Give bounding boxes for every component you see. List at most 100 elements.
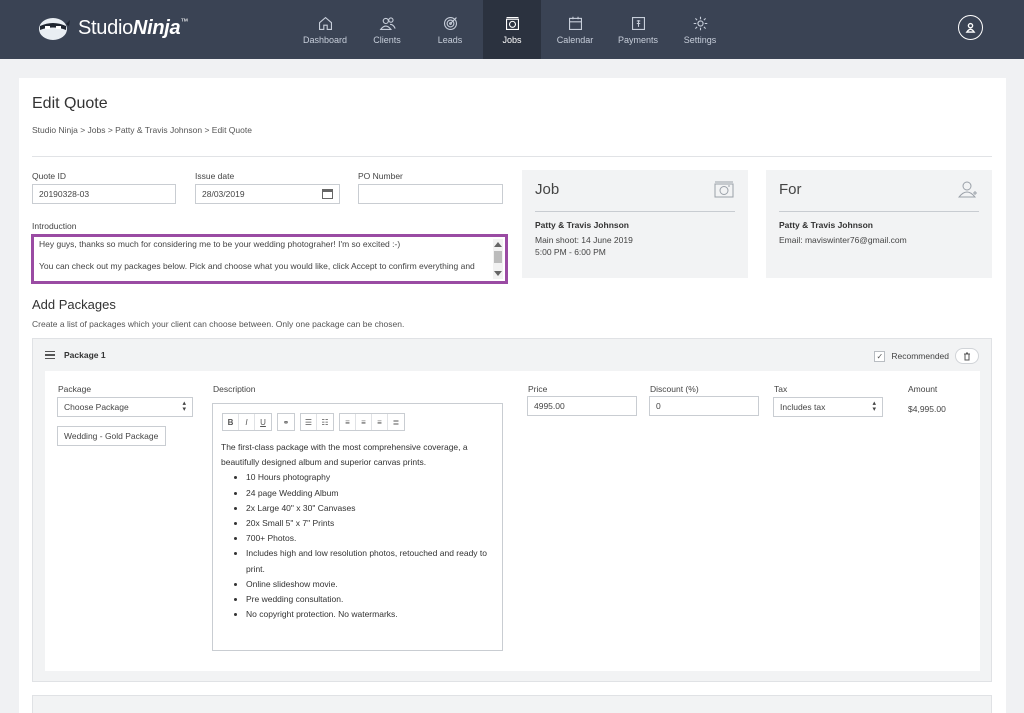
target-icon — [443, 16, 457, 30]
list-item: 24 page Wedding Album — [246, 486, 501, 501]
page-title: Edit Quote — [32, 95, 108, 112]
add-packages-subtitle: Create a list of packages which your cli… — [32, 319, 405, 329]
studio-ninja-logo[interactable]: StudioNinja™ — [36, 12, 188, 44]
list-item: Pre wedding consultation. — [246, 592, 501, 607]
job-time: 5:00 PM - 6:00 PM — [535, 247, 606, 257]
scroll-up-arrow-icon[interactable] — [494, 242, 502, 247]
align-group: ≡ ≡ ≡ ≣ — [339, 413, 405, 431]
intro-line-3: You can check out my packages below. Pic… — [39, 261, 475, 271]
bullet-list-icon[interactable]: ☰ — [301, 414, 317, 430]
underline-button[interactable]: U — [255, 414, 271, 430]
nav-payments-label: Payments — [617, 34, 659, 45]
po-number-input[interactable] — [358, 184, 503, 204]
bold-button[interactable]: B — [223, 414, 239, 430]
for-panel-divider — [779, 211, 979, 212]
job-main-shoot: Main shoot: 14 June 2019 — [535, 235, 633, 245]
scroll-down-arrow-icon[interactable] — [494, 271, 502, 276]
camera-icon — [505, 16, 519, 30]
list-item: Includes high and low resolution photos,… — [246, 546, 501, 576]
scroll-thumb[interactable] — [494, 251, 502, 263]
client-icon — [957, 180, 978, 198]
nav-calendar[interactable]: Calendar — [546, 0, 604, 59]
format-group: B I U — [222, 413, 272, 431]
nav-settings[interactable]: Settings — [672, 0, 728, 59]
nav-leads-label: Leads — [437, 34, 463, 45]
delete-package-button[interactable] — [955, 348, 979, 364]
introduction-textarea[interactable]: Hey guys, thanks so much for considering… — [31, 234, 508, 284]
choose-package-value: Choose Package — [64, 402, 129, 412]
description-content[interactable]: The first-class package with the most co… — [221, 440, 501, 622]
recommended-label: Recommended — [891, 351, 949, 361]
editor-toolbar: B I U ⚭ ☰ ☷ ≡ ≡ ≡ ≣ — [222, 413, 410, 431]
italic-button[interactable]: I — [239, 414, 255, 430]
recommended-control: ✓ Recommended — [874, 348, 979, 364]
ninja-logo-icon — [36, 14, 70, 42]
description-label: Description — [213, 384, 256, 394]
issue-date-label: Issue date — [195, 171, 235, 181]
align-justify-icon[interactable]: ≣ — [388, 414, 404, 430]
introduction-label: Introduction — [32, 221, 77, 231]
numbered-list-icon[interactable]: ☷ — [317, 414, 333, 430]
list-item: No copyright protection. No watermarks. — [246, 607, 501, 622]
nav-clients[interactable]: Clients — [359, 0, 415, 59]
job-panel-divider — [535, 211, 735, 212]
tax-select[interactable]: Includes tax ▴ ▾ — [773, 397, 883, 417]
gear-icon — [693, 16, 707, 30]
list-item: 2x Large 40" x 30" Canvases — [246, 501, 501, 516]
for-client-name: Patty & Travis Johnson — [779, 220, 873, 230]
align-left-icon[interactable]: ≡ — [340, 414, 356, 430]
header-divider — [32, 156, 992, 157]
job-panel-title: Job — [535, 181, 560, 198]
clients-icon — [379, 16, 396, 30]
calendar-picker-icon[interactable] — [322, 189, 333, 199]
description-editor[interactable]: B I U ⚭ ☰ ☷ ≡ ≡ ≡ ≣ The first-class pack… — [212, 403, 503, 651]
recommended-checkbox[interactable]: ✓ — [874, 350, 886, 362]
for-client-email: Email: maviswinter76@gmail.com — [779, 235, 907, 245]
drag-handle-icon[interactable] — [45, 351, 55, 359]
home-icon — [318, 16, 332, 30]
brand-name: StudioNinja™ — [78, 17, 189, 39]
nav-jobs-label: Jobs — [502, 34, 522, 45]
breadcrumb[interactable]: Studio Ninja > Jobs > Patty & Travis Joh… — [32, 125, 252, 135]
price-label: Price — [528, 384, 548, 394]
textarea-scrollbar[interactable] — [493, 239, 503, 279]
package-name-input[interactable]: Wedding - Gold Package — [57, 426, 166, 446]
nav-jobs[interactable]: Jobs — [483, 0, 541, 59]
add-packages-title: Add Packages — [32, 297, 116, 312]
user-icon — [965, 22, 976, 33]
nav-payments[interactable]: Payments — [609, 0, 667, 59]
quote-id-input[interactable]: 20190328-03 — [32, 184, 176, 204]
nav-clients-label: Clients — [373, 34, 401, 45]
align-center-icon[interactable]: ≡ — [356, 414, 372, 430]
package-card: Package 1 ✓ Recommended Package Choose P… — [32, 338, 992, 682]
package-header: Package 1 — [45, 350, 106, 360]
link-group: ⚭ — [277, 413, 295, 431]
package-body: Package Choose Package ▴ ▾ Wedding - Gold… — [45, 371, 980, 671]
tax-value: Includes tax — [780, 402, 826, 412]
list-group: ☰ ☷ — [300, 413, 334, 431]
nav-dashboard[interactable]: Dashboard — [296, 0, 354, 59]
list-item: Online slideshow movie. — [246, 577, 501, 592]
package-name: Package 1 — [64, 350, 106, 360]
issue-date-value: 28/03/2019 — [202, 189, 245, 199]
issue-date-input[interactable]: 28/03/2019 — [195, 184, 340, 204]
edit-quote-card: Edit Quote Studio Ninja > Jobs > Patty &… — [19, 78, 1006, 713]
amount-value: $4,995.00 — [908, 404, 946, 414]
discount-input[interactable]: 0 — [649, 396, 759, 416]
select-arrows-icon: ▴ ▾ — [182, 400, 186, 413]
po-number-label: PO Number — [358, 171, 403, 181]
payments-icon — [631, 16, 645, 30]
link-icon[interactable]: ⚭ — [278, 414, 294, 430]
for-panel-title: For — [779, 181, 802, 198]
intro-line-2 — [39, 250, 485, 261]
nav-leads[interactable]: Leads — [421, 0, 479, 59]
quote-id-label: Quote ID — [32, 171, 67, 181]
user-avatar-button[interactable] — [958, 15, 983, 40]
nav-settings-label: Settings — [683, 34, 717, 45]
align-right-icon[interactable]: ≡ — [372, 414, 388, 430]
top-navbar: StudioNinja™ Dashboard Clients Leads Job… — [0, 0, 1024, 59]
choose-package-select[interactable]: Choose Package ▴ ▾ — [57, 397, 193, 417]
list-item: 20x Small 5" x 7" Prints — [246, 516, 501, 531]
calendar-icon — [568, 16, 582, 30]
price-input[interactable]: 4995.00 — [527, 396, 637, 416]
